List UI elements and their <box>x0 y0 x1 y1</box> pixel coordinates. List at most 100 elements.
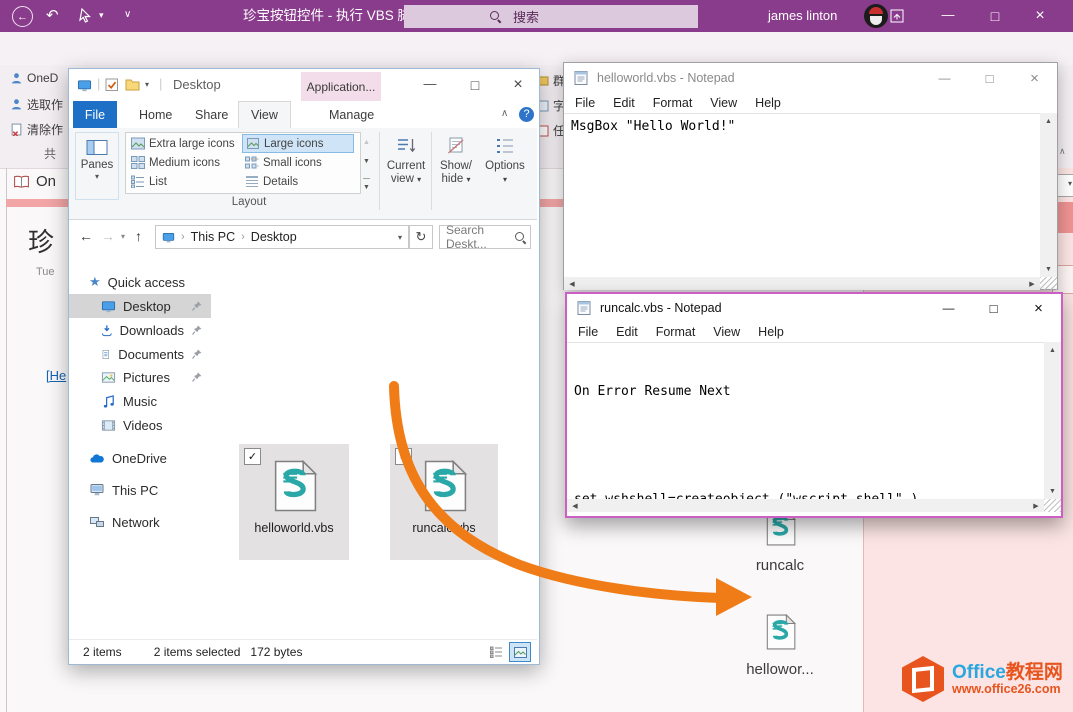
qat-dropdown-icon[interactable]: ▾ <box>145 80 149 89</box>
notepad1-minimize-button[interactable]: — <box>922 63 967 93</box>
notepad1-resize-grip[interactable] <box>1040 277 1057 290</box>
desktop-icon-runcalc[interactable]: runcalc <box>740 510 820 574</box>
desktop-icon-helloworld[interactable]: hellowor... <box>733 614 827 678</box>
scroll-left-icon[interactable]: ◀ <box>567 502 583 510</box>
tab-view[interactable]: View <box>238 101 291 128</box>
ribbon-button-onedrive[interactable]: OneD <box>10 71 58 85</box>
sidebar-item-music[interactable]: Music <box>69 389 211 413</box>
gallery-scroll-down-icon[interactable]: ▼ <box>360 152 373 171</box>
quick-access-customize-icon[interactable]: ∨ <box>124 9 131 20</box>
nav-up-icon[interactable]: ↑ <box>135 228 142 244</box>
notepad1-close-button[interactable]: × <box>1012 63 1057 93</box>
layout-details[interactable]: Details <box>242 172 360 191</box>
explorer-minimize-button[interactable]: — <box>410 69 450 101</box>
notepad2-menu-view[interactable]: View <box>704 325 749 339</box>
layout-extra-large-icons[interactable]: Extra large icons <box>128 134 246 153</box>
file-checkbox[interactable]: ✓ <box>244 448 261 465</box>
account-name[interactable]: james linton <box>768 0 837 32</box>
notepad2-menu-edit[interactable]: Edit <box>607 325 647 339</box>
notepad1-menu-file[interactable]: File <box>566 96 604 110</box>
explorer-maximize-button[interactable]: □ <box>455 69 495 101</box>
ribbon-button-right-1[interactable]: 群 <box>537 72 565 89</box>
scroll-left-icon[interactable]: ◀ <box>564 280 580 288</box>
help-icon[interactable]: ? <box>519 107 534 122</box>
page-hyperlink-fragment[interactable]: [He <box>46 368 66 383</box>
options-button[interactable]: Options▾ <box>481 132 529 212</box>
ribbon-button-clear-author[interactable]: 清除作 <box>10 121 63 138</box>
tab-manage[interactable]: Manage <box>317 101 386 128</box>
notepad2-horizontal-scrollbar[interactable]: ◀ ▶ <box>567 499 1044 512</box>
nav-history-dropdown-icon[interactable]: ▾ <box>121 232 125 241</box>
tab-share[interactable]: Share <box>183 101 240 128</box>
notepad2-text-area[interactable]: On Error Resume Next set wshshell=create… <box>567 342 1044 500</box>
refresh-icon[interactable]: ↻ <box>409 225 433 249</box>
tab-file[interactable]: File <box>73 101 117 128</box>
layout-small-icons[interactable]: Small icons <box>242 153 360 172</box>
sidebar-item-pictures[interactable]: Pictures <box>69 365 211 389</box>
search-input[interactable]: 搜索 <box>404 5 698 28</box>
show-hide-button[interactable]: Show/hide ▾ <box>435 132 477 212</box>
maximize-button[interactable]: □ <box>975 0 1015 32</box>
address-dropdown-icon[interactable]: ▾ <box>398 233 402 242</box>
minimize-button[interactable]: — <box>928 0 968 32</box>
scroll-down-icon[interactable]: ▼ <box>1040 261 1057 277</box>
file-checkbox[interactable]: ✓ <box>395 448 412 465</box>
notepad1-text-area[interactable]: MsgBox "Hello World!" <box>564 113 1040 278</box>
sidebar-item-downloads[interactable]: Downloads <box>69 318 211 342</box>
tab-home[interactable]: Home <box>127 101 184 128</box>
properties-checkbox-icon[interactable] <box>105 78 119 92</box>
notepad1-horizontal-scrollbar[interactable]: ◀ ▶ <box>564 277 1040 290</box>
explorer-close-button[interactable]: × <box>499 69 537 101</box>
ribbon-display-options-icon[interactable] <box>890 9 904 23</box>
sidebar-item-videos[interactable]: Videos <box>69 413 211 437</box>
notepad2-close-button[interactable]: × <box>1016 294 1061 322</box>
ribbon-collapse-icon[interactable]: ∧ <box>501 108 508 119</box>
notepad2-minimize-button[interactable]: — <box>926 294 971 322</box>
address-box[interactable]: › This PC › Desktop ▾ <box>155 225 409 249</box>
new-folder-icon[interactable] <box>125 78 140 91</box>
layout-large-icons[interactable]: Large icons <box>242 134 354 153</box>
notepad1-vertical-scrollbar[interactable]: ▲ ▼ <box>1040 113 1057 277</box>
notepad1-menu-edit[interactable]: Edit <box>604 96 644 110</box>
panes-button[interactable]: Panes ▾ <box>75 132 119 200</box>
collapse-chevron-icon[interactable]: ∧ <box>1059 146 1066 157</box>
back-icon[interactable]: ← <box>12 6 33 27</box>
sidebar-item-desktop[interactable]: Desktop <box>69 294 211 318</box>
notepad2-menu-format[interactable]: Format <box>647 325 705 339</box>
close-button[interactable]: × <box>1020 0 1060 32</box>
notebook-selector[interactable]: On <box>13 173 56 190</box>
ribbon-button-right-2[interactable]: 字 <box>537 97 565 114</box>
details-view-button[interactable] <box>485 642 507 662</box>
notepad2-vertical-scrollbar[interactable]: ▲ ▼ <box>1044 342 1061 499</box>
layout-medium-icons[interactable]: Medium icons <box>128 153 246 172</box>
file-item-helloworld[interactable]: ✓ helloworld.vbs <box>239 444 349 560</box>
scroll-down-icon[interactable]: ▼ <box>1044 483 1061 499</box>
gallery-scroll-up-icon[interactable]: ▲ <box>360 133 373 152</box>
undo-icon[interactable]: ↶ <box>46 6 59 24</box>
avatar[interactable] <box>864 4 888 28</box>
scroll-up-icon[interactable]: ▲ <box>1040 113 1057 129</box>
gallery-more-icon[interactable]: —▼ <box>360 171 373 191</box>
breadcrumb-this-pc[interactable]: This PC <box>191 230 235 244</box>
notepad1-menu-help[interactable]: Help <box>746 96 790 110</box>
ribbon-button-right-3[interactable]: 任 <box>537 122 565 139</box>
explorer-search-input[interactable]: Search Deskt... <box>439 225 531 249</box>
touch-mode-dropdown-icon[interactable]: ▾ <box>99 10 104 21</box>
nav-forward-icon[interactable]: → <box>101 228 115 244</box>
file-item-runcalc[interactable]: ✓ runcalc.vbs <box>390 444 498 560</box>
notepad2-menu-help[interactable]: Help <box>749 325 793 339</box>
sidebar-item-documents[interactable]: Documents <box>69 342 211 366</box>
ribbon-button-select-author[interactable]: 选取作 <box>10 96 63 113</box>
sidebar-item-network[interactable]: Network <box>69 510 211 534</box>
scroll-up-icon[interactable]: ▲ <box>1044 342 1061 358</box>
notepad2-menu-file[interactable]: File <box>569 325 607 339</box>
scroll-right-icon[interactable]: ▶ <box>1028 502 1044 510</box>
scroll-right-icon[interactable]: ▶ <box>1024 280 1040 288</box>
breadcrumb-desktop[interactable]: Desktop <box>251 230 297 244</box>
current-view-button[interactable]: Currentview ▾ <box>383 132 429 212</box>
sidebar-item-quick-access[interactable]: ★ Quick access <box>69 270 211 294</box>
thumbnail-view-button[interactable] <box>509 642 531 662</box>
notepad2-resize-grip[interactable] <box>1044 499 1061 512</box>
sidebar-item-this-pc[interactable]: This PC <box>69 478 211 502</box>
notepad1-maximize-button[interactable]: □ <box>967 63 1012 93</box>
